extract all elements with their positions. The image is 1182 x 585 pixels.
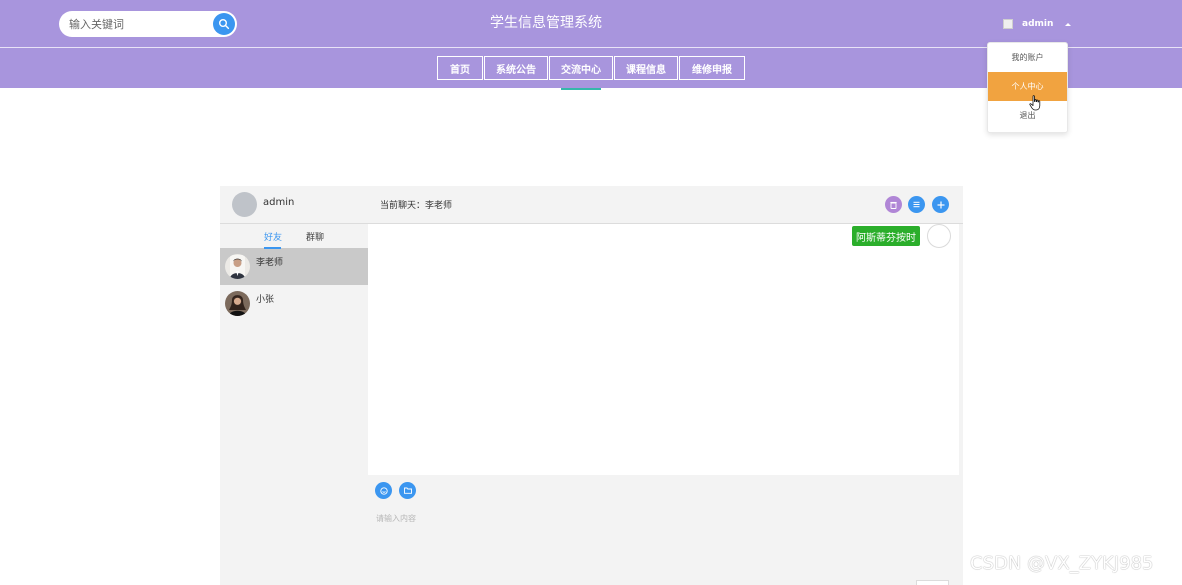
my-avatar: [232, 192, 257, 217]
chat-panel: admin 当前聊天：李老师 好友 群聊 李老师 小张 阿斯蒂芬按时 请输入内容: [220, 186, 963, 585]
hand-cursor-icon: [1029, 95, 1041, 111]
menu-personal-center[interactable]: 个人中心: [988, 72, 1067, 101]
friend-item-xiao-zhang[interactable]: 小张: [220, 285, 368, 322]
caret-up-icon: [1065, 22, 1072, 26]
tab-groups[interactable]: 群聊: [306, 230, 324, 243]
plus-icon: [937, 201, 944, 208]
user-avatar-image: [1003, 19, 1013, 29]
message-sender-avatar: [927, 224, 951, 248]
nav-active-indicator: [561, 88, 601, 90]
file-button[interactable]: [399, 482, 416, 499]
nav-communication-center[interactable]: 交流中心: [549, 56, 613, 80]
current-chat-label: 当前聊天：李老师: [380, 201, 453, 211]
smiley-icon: [379, 486, 388, 495]
send-button-edge[interactable]: [916, 580, 949, 585]
menu-logout[interactable]: 退出: [988, 101, 1067, 130]
list-icon: [913, 201, 920, 208]
user-menu-toggle[interactable]: admin: [1003, 16, 1072, 32]
message-bubble: 阿斯蒂芬按时: [852, 226, 920, 246]
friend-avatar: [225, 291, 250, 316]
header-username: admin: [1022, 19, 1054, 29]
delete-chat-button[interactable]: [885, 196, 902, 213]
chat-menu-button[interactable]: [908, 196, 925, 213]
contact-sidebar: 好友 群聊 李老师 小张: [220, 224, 368, 585]
site-title: 学生信息管理系统: [490, 15, 602, 31]
main-nav: 首页 系统公告 交流中心 课程信息 维修申报: [437, 56, 746, 80]
nav-repair-request[interactable]: 维修申报: [679, 56, 745, 80]
folder-icon: [403, 487, 412, 494]
chat-header: admin 当前聊天：李老师: [220, 186, 963, 224]
message-area: 阿斯蒂芬按时: [368, 224, 959, 475]
user-dropdown-menu: 我的账户 个人中心 退出: [987, 42, 1068, 133]
nav-home[interactable]: 首页: [437, 56, 483, 80]
trash-icon: [890, 201, 897, 209]
nav-announcements[interactable]: 系统公告: [484, 56, 548, 80]
add-chat-button[interactable]: [932, 196, 949, 213]
friend-item-li-laoshi[interactable]: 李老师: [220, 248, 368, 285]
menu-my-account[interactable]: 我的账户: [988, 43, 1067, 72]
friend-avatar: [225, 254, 250, 279]
my-name: admin: [263, 197, 295, 208]
tab-friends[interactable]: 好友: [264, 230, 282, 243]
top-header: 学生信息管理系统 admin: [0, 0, 1182, 47]
friend-name: 李老师: [256, 258, 284, 268]
emoji-button[interactable]: [375, 482, 392, 499]
friend-name: 小张: [256, 295, 275, 305]
active-tab-underline: [264, 247, 281, 249]
nav-course-info[interactable]: 课程信息: [614, 56, 678, 80]
message-input[interactable]: [376, 508, 946, 528]
watermark-text: CSDN @VX_ZYKJ985: [970, 553, 1154, 574]
